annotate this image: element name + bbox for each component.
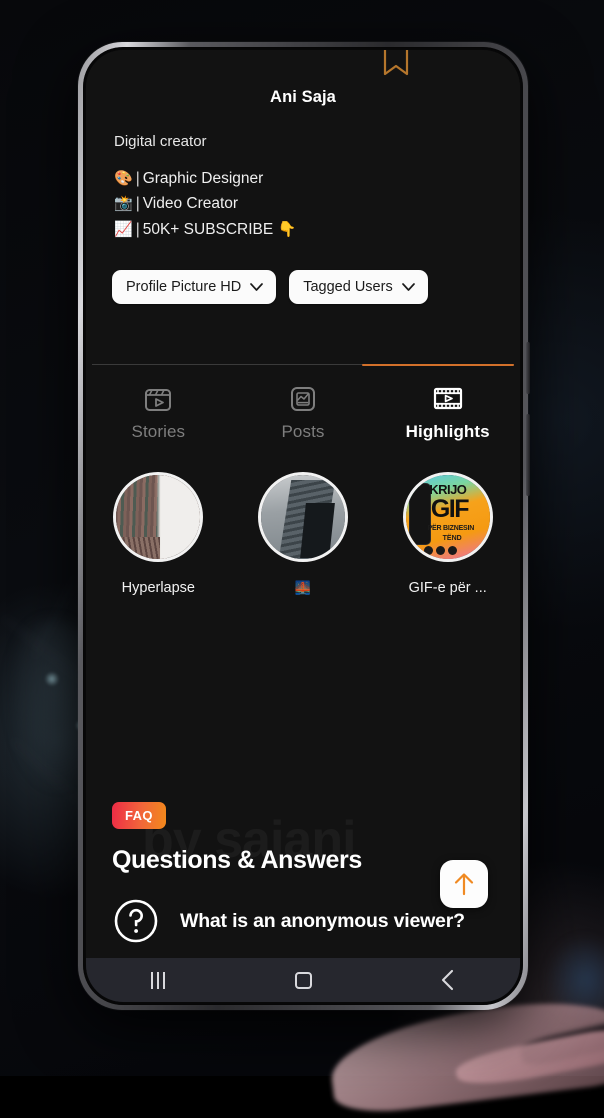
bio-separator: | xyxy=(133,170,143,187)
gif-art-big-text: GIF xyxy=(431,497,468,522)
gif-art-sub-text: PËR BIZNESIN xyxy=(428,525,475,532)
posts-icon xyxy=(286,381,320,415)
gif-art-sub2-text: TËND xyxy=(443,535,462,542)
tabs-row: Stories Posts xyxy=(86,365,520,442)
faq-title: Questions & Answers xyxy=(112,846,520,875)
filter-chips: Profile Picture HD Tagged Users xyxy=(86,242,520,304)
palette-icon: 🎨 xyxy=(114,170,133,187)
stories-icon xyxy=(141,381,175,415)
highlight-image: KRIJO GIF PËR BIZNESIN TËND xyxy=(406,475,490,559)
tab-label: Stories xyxy=(132,422,186,442)
back-icon xyxy=(440,969,456,991)
app-container: Ani Saja Digital creator 🎨|Graphic Desig… xyxy=(86,50,520,1002)
highlight-thumbnail[interactable] xyxy=(258,472,348,562)
profile-picture-hd-dropdown[interactable]: Profile Picture HD xyxy=(112,270,276,304)
pointing-down-icon: 👇 xyxy=(278,221,297,238)
nav-home-button[interactable] xyxy=(231,972,376,989)
faq-badge: FAQ xyxy=(112,802,166,829)
highlights-list: Hyperlapse 🌉 KRIJO GIF xyxy=(86,442,520,596)
home-icon xyxy=(295,972,312,989)
highlight-label: Hyperlapse xyxy=(122,580,195,596)
nav-recents-button[interactable] xyxy=(86,972,231,989)
nav-back-button[interactable] xyxy=(375,969,520,991)
tab-posts[interactable]: Posts xyxy=(231,381,376,442)
tagged-users-dropdown[interactable]: Tagged Users xyxy=(289,270,427,304)
power-button[interactable] xyxy=(526,414,530,496)
tab-stories[interactable]: Stories xyxy=(86,381,231,442)
bio-line: 📈|50K+ SUBSCRIBE 👇 xyxy=(114,217,520,242)
tabs-divider xyxy=(92,364,514,365)
profile-bio: 🎨|Graphic Designer 📸|Video Creator 📈|50K… xyxy=(86,150,520,242)
highlight-image xyxy=(116,475,200,559)
camera-icon: 📸 xyxy=(114,195,133,212)
tab-label: Posts xyxy=(281,422,324,442)
content-tabs: Stories Posts xyxy=(86,364,520,442)
bio-line-text: 50K+ SUBSCRIBE xyxy=(143,221,274,238)
phone-device: Ani Saja Digital creator 🎨|Graphic Desig… xyxy=(78,42,528,1010)
chevron-down-icon xyxy=(250,283,263,291)
gif-art-phone xyxy=(409,483,431,545)
phone-screen: Ani Saja Digital creator 🎨|Graphic Desig… xyxy=(86,50,520,1002)
chart-increasing-icon: 📈 xyxy=(114,221,133,238)
faq-section: FAQ Questions & Answers What is an anony… xyxy=(86,802,520,945)
question-mark-icon xyxy=(112,897,160,945)
highlight-label: 🌉 xyxy=(295,580,311,596)
bio-line-text: Graphic Designer xyxy=(143,170,264,187)
highlights-icon xyxy=(431,381,465,415)
faq-question-text: What is an anonymous viewer? xyxy=(180,910,465,933)
highlight-image xyxy=(261,475,345,559)
phone-bezel: Ani Saja Digital creator 🎨|Graphic Desig… xyxy=(83,47,523,1005)
gif-art-social-dots xyxy=(424,546,457,555)
chevron-down-icon xyxy=(402,283,415,291)
active-tab-underline xyxy=(362,364,514,366)
recents-icon xyxy=(151,972,165,989)
bookmark-icon[interactable] xyxy=(383,50,409,80)
highlight-item[interactable]: Hyperlapse xyxy=(86,472,231,596)
android-nav-bar xyxy=(86,958,520,1002)
tab-highlights[interactable]: Highlights xyxy=(375,381,520,442)
volume-button[interactable] xyxy=(526,342,530,394)
bio-line: 📸|Video Creator xyxy=(114,191,520,216)
bio-line: 🎨|Graphic Designer xyxy=(114,166,520,191)
highlight-thumbnail[interactable] xyxy=(113,472,203,562)
chip-label: Tagged Users xyxy=(303,279,392,295)
bio-line-text: Video Creator xyxy=(143,195,238,212)
profile-name: Ani Saja xyxy=(86,50,520,107)
highlight-label: GIF-e për ... xyxy=(409,580,487,596)
highlight-thumbnail[interactable]: KRIJO GIF PËR BIZNESIN TËND xyxy=(403,472,493,562)
profile-subtitle: Digital creator xyxy=(86,107,520,150)
background-glint xyxy=(44,672,60,686)
tab-label: Highlights xyxy=(406,422,490,442)
bio-separator: | xyxy=(133,221,143,238)
faq-question-row[interactable]: What is an anonymous viewer? xyxy=(112,897,520,945)
chip-label: Profile Picture HD xyxy=(126,279,241,295)
highlight-item[interactable]: KRIJO GIF PËR BIZNESIN TËND GIF-e për ..… xyxy=(375,472,520,596)
highlight-item[interactable]: 🌉 xyxy=(231,472,376,596)
bio-separator: | xyxy=(133,195,143,212)
